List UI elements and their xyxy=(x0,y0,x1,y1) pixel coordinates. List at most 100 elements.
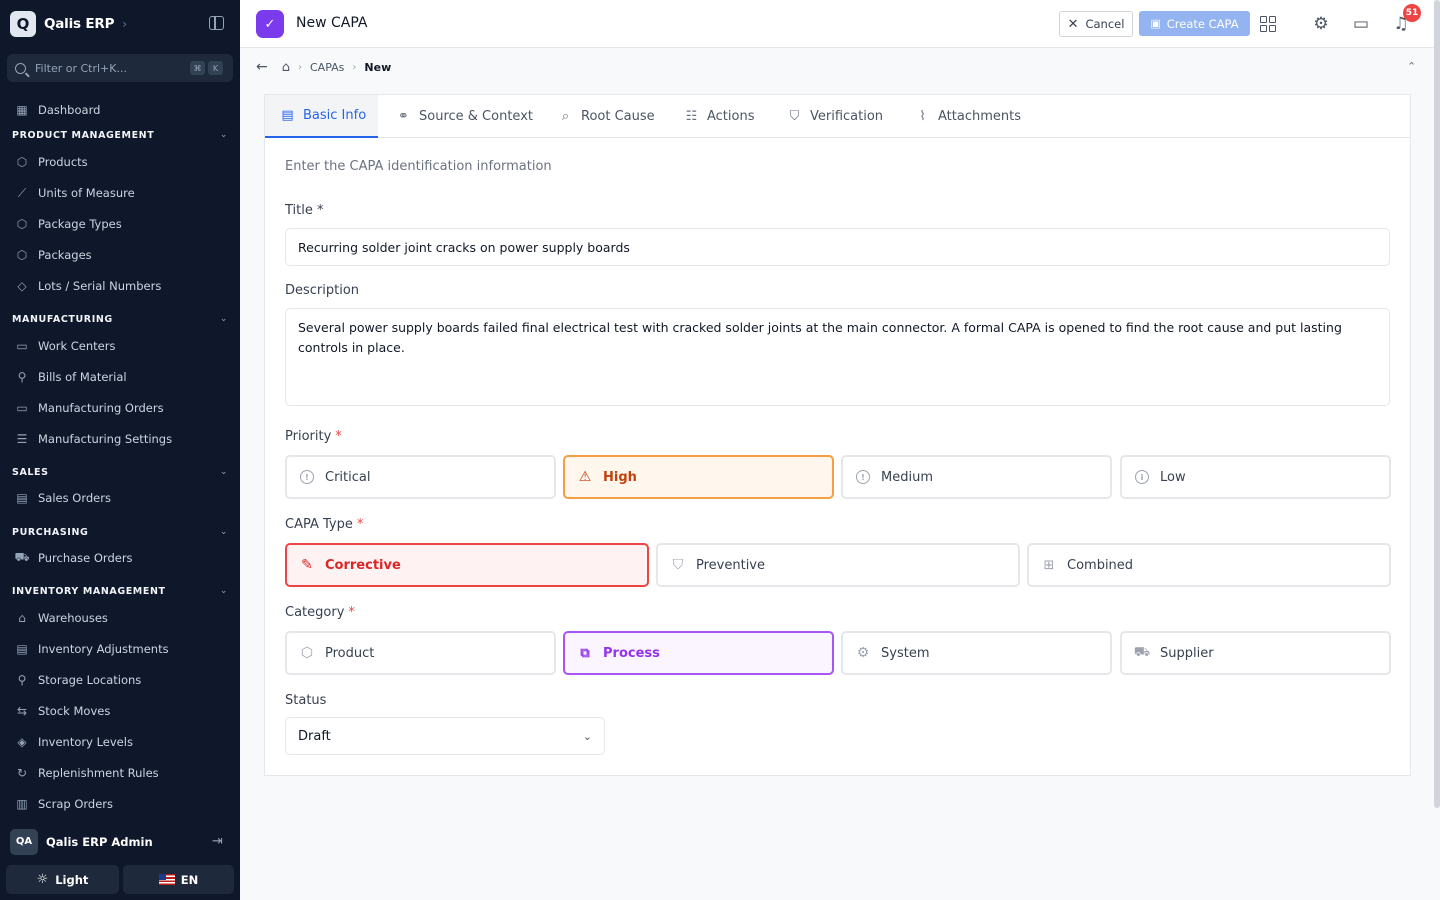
chevron-right-icon: › xyxy=(352,61,357,73)
sidebar-item-bills-of-material[interactable]: ⚲ Bills of Material xyxy=(15,368,230,386)
sidebar-item-purchase-orders[interactable]: ⛟ Purchase Orders xyxy=(14,549,230,567)
search-placeholder: Filter or Ctrl+K... xyxy=(35,61,127,75)
type-option-combined[interactable]: ⊞ Combined xyxy=(1027,543,1391,587)
us-flag-icon xyxy=(158,874,175,885)
sidebar-item-package-types[interactable]: ⬡ Package Types xyxy=(15,215,230,233)
capa-form-card: ▤ Basic Info ⚭ Source & Context ⌕ Root Caus… xyxy=(264,94,1411,776)
title-input[interactable]: Recurring solder joint cracks on power s… xyxy=(285,228,1390,266)
option-label: Process xyxy=(603,645,660,661)
section-inventory-management[interactable]: INVENTORY MANAGEMENT ⌄ xyxy=(12,584,228,598)
category-option-product[interactable]: ⬡ Product xyxy=(285,631,556,675)
sidebar-item-dashboard[interactable]: ▦ Dashboard xyxy=(15,101,230,119)
cancel-button[interactable]: ✕ Cancel xyxy=(1059,11,1133,37)
link-icon: ⚭ xyxy=(398,109,409,124)
sidebar-item-stock-moves[interactable]: ⇆ Stock Moves xyxy=(15,702,230,720)
language-button[interactable]: EN xyxy=(123,865,234,894)
back-arrow-icon[interactable]: ← xyxy=(256,59,268,75)
sidebar-item-label: Products xyxy=(38,155,88,169)
option-label: System xyxy=(881,645,930,661)
apps-grid-icon[interactable] xyxy=(1258,14,1278,34)
type-option-corrective[interactable]: ✎ Corrective xyxy=(285,543,649,587)
section-title: PURCHASING xyxy=(12,526,89,538)
box-icon: ⬡ xyxy=(16,155,28,169)
sidebar-item-label: Purchase Orders xyxy=(38,551,133,565)
sidebar-item-label: Stock Moves xyxy=(38,704,111,718)
sidebar-item-units-of-measure[interactable]: ⟋ Units of Measure xyxy=(15,184,230,202)
option-label: Product xyxy=(325,645,375,661)
brand[interactable]: Q Qalis ERP › xyxy=(10,10,127,37)
sidebar-item-label: Replenishment Rules xyxy=(38,766,159,780)
sidebar-item-replenishment-rules[interactable]: ↻ Replenishment Rules xyxy=(15,764,230,782)
category-option-process[interactable]: ⧉ Process xyxy=(563,631,834,675)
tab-source-context[interactable]: ⚭ Source & Context xyxy=(396,95,533,138)
truck-icon: ⛟ xyxy=(1133,644,1151,660)
sidebar-collapse-icon[interactable] xyxy=(209,16,224,30)
type-option-preventive[interactable]: ⛉ Preventive xyxy=(656,543,1020,587)
sidebar-item-scrap-orders[interactable]: ▥ Scrap Orders xyxy=(15,795,230,813)
sun-icon: ☼ xyxy=(36,872,49,887)
option-label: High xyxy=(603,469,637,485)
sidebar-item-label: Inventory Levels xyxy=(38,735,133,749)
app-logo: Q xyxy=(10,10,36,37)
theme-toggle-button[interactable]: ☼ Light xyxy=(6,865,119,894)
sidebar-item-storage-locations[interactable]: ⚲ Storage Locations xyxy=(15,671,230,689)
breadcrumb-capas[interactable]: CAPAs xyxy=(310,61,344,74)
message-icon[interactable]: ▭ xyxy=(1351,14,1371,34)
trash-icon: ▥ xyxy=(16,797,28,811)
priority-option-high[interactable]: ⚠ High xyxy=(563,455,834,499)
tab-root-cause[interactable]: ⌕ Root Cause xyxy=(558,95,655,138)
option-label: Supplier xyxy=(1160,645,1214,661)
sidebar-item-inventory-adjustments[interactable]: ▤ Inventory Adjustments xyxy=(15,640,230,658)
description-textarea[interactable]: Several power supply boards failed final… xyxy=(285,308,1390,406)
sidebar-item-inventory-levels[interactable]: ◈ Inventory Levels xyxy=(15,733,230,751)
map-pin-icon: ⚲ xyxy=(17,673,27,687)
priority-option-critical[interactable]: ! Critical xyxy=(285,455,556,499)
section-purchasing[interactable]: PURCHASING ⌄ xyxy=(12,525,228,539)
create-capa-button[interactable]: ▣ Create CAPA xyxy=(1139,11,1250,36)
tab-attachments[interactable]: ⌇ Attachments xyxy=(915,95,1021,138)
priority-option-medium[interactable]: ! Medium xyxy=(841,455,1112,499)
priority-option-low[interactable]: i Low xyxy=(1120,455,1391,499)
tab-verification[interactable]: ⛉ Verification xyxy=(787,95,883,138)
chevron-down-icon: ⌄ xyxy=(219,314,228,324)
section-product-management[interactable]: PRODUCT MANAGEMENT ⌄ xyxy=(12,128,228,142)
sidebar-item-label: Sales Orders xyxy=(38,491,111,505)
notification-badge: 51 xyxy=(1403,4,1421,22)
breadcrumb: ← ⌂ › CAPAs › New xyxy=(256,58,391,76)
home-icon[interactable]: ⌂ xyxy=(282,60,290,75)
sidebar-search[interactable]: Filter or Ctrl+K... ⌘ K xyxy=(7,54,233,82)
sidebar-item-packages[interactable]: ⬡ Packages xyxy=(15,246,230,264)
sidebar-item-label: Bills of Material xyxy=(38,370,127,384)
priority-label: Priority * xyxy=(285,429,342,444)
sidebar-item-label: Package Types xyxy=(38,217,122,231)
category-option-supplier[interactable]: ⛟ Supplier xyxy=(1120,631,1391,675)
logout-icon[interactable]: ⇥ xyxy=(212,834,226,849)
category-option-system[interactable]: ⚙ System xyxy=(841,631,1112,675)
user-profile[interactable]: QA Qalis ERP Admin ⇥ xyxy=(10,828,226,855)
tab-basic-info[interactable]: ▤ Basic Info xyxy=(265,95,378,138)
status-select[interactable]: Draft ⌄ xyxy=(285,717,605,755)
section-manufacturing[interactable]: MANUFACTURING ⌄ xyxy=(12,312,228,326)
option-label: Preventive xyxy=(696,557,765,573)
k-key: K xyxy=(208,61,223,75)
page-scrollbar[interactable] xyxy=(1434,0,1440,808)
box-icon: ⬡ xyxy=(300,645,314,661)
command-key: ⌘ xyxy=(190,61,205,75)
warning-triangle-icon: ⚠ xyxy=(578,469,592,485)
sidebar-item-products[interactable]: ⬡ Products xyxy=(15,153,230,171)
gear-icon: ⚙ xyxy=(856,645,870,661)
sidebar-item-manufacturing-orders[interactable]: ▭ Manufacturing Orders xyxy=(15,399,230,417)
sidebar-item-work-centers[interactable]: ▭ Work Centers xyxy=(15,337,230,355)
sidebar-item-manufacturing-settings[interactable]: ☰ Manufacturing Settings xyxy=(15,430,230,448)
sidebar-item-lots[interactable]: ◇ Lots / Serial Numbers xyxy=(15,277,230,295)
collapse-up-icon[interactable]: ⌃ xyxy=(1407,60,1416,73)
breadcrumb-current: New xyxy=(364,60,392,74)
sidebar-item-warehouses[interactable]: ⌂ Warehouses xyxy=(15,609,230,627)
search-icon: ⌕ xyxy=(561,109,570,124)
bot-icon[interactable]: ⚙ xyxy=(1311,14,1331,34)
sidebar-item-sales-orders[interactable]: ▤ Sales Orders xyxy=(15,489,230,507)
arrows-left-right-icon: ⇆ xyxy=(16,704,28,718)
tab-actions[interactable]: ☷ Actions xyxy=(684,95,755,138)
sidebar-item-label: Lots / Serial Numbers xyxy=(38,279,162,293)
section-sales[interactable]: SALES ⌄ xyxy=(12,465,228,479)
